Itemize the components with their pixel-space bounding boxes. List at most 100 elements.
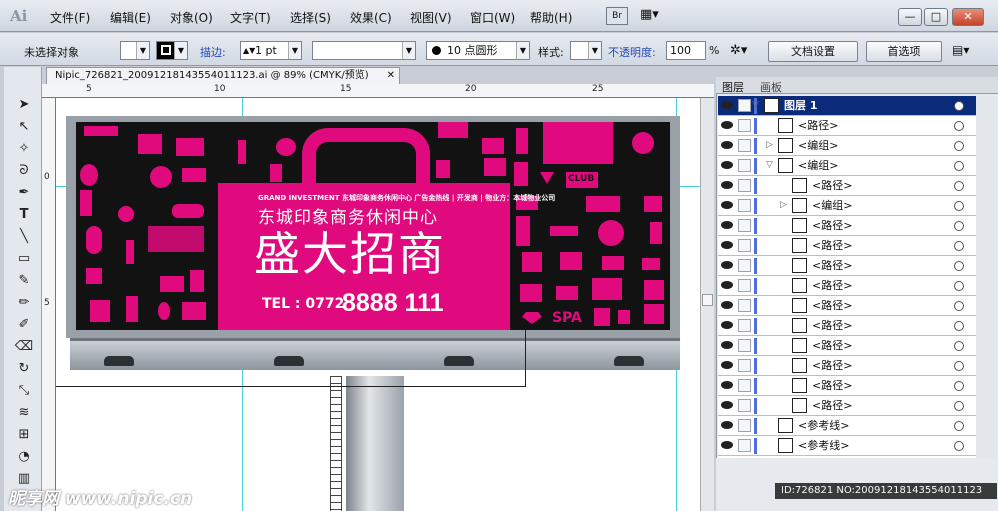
target-circle-icon[interactable] xyxy=(954,181,964,191)
lock-toggle[interactable] xyxy=(738,319,751,332)
collapse-triangle-icon[interactable]: ▽ xyxy=(766,156,773,175)
stroke-weight-field[interactable]: ▲▼ 1 pt ▼ xyxy=(240,41,302,60)
visibility-eye-icon[interactable] xyxy=(721,301,733,309)
opacity-label[interactable]: 不透明度: xyxy=(608,44,656,60)
line-tool-icon[interactable]: ╲ xyxy=(13,227,35,247)
visibility-eye-icon[interactable] xyxy=(721,101,733,109)
billboard-small-text[interactable]: GRAND INVESTMENT 东城印象商务休闲中心 广告金热线 | 开发商 … xyxy=(258,193,555,203)
path-line[interactable] xyxy=(525,330,526,387)
target-circle-icon[interactable] xyxy=(954,161,964,171)
expand-triangle-icon[interactable]: ▷ xyxy=(766,136,773,155)
billboard-tel-label[interactable]: TEL : 0772 xyxy=(262,296,344,312)
eraser-tool-icon[interactable]: ⌫ xyxy=(13,337,35,357)
menu-file[interactable]: 文件(F) xyxy=(50,9,90,26)
layer-row[interactable]: <路径> xyxy=(718,256,976,276)
lock-toggle[interactable] xyxy=(738,219,751,232)
blob-brush-tool-icon[interactable]: ✐ xyxy=(13,315,35,335)
visibility-eye-icon[interactable] xyxy=(721,361,733,369)
visibility-eye-icon[interactable] xyxy=(721,261,733,269)
lock-toggle[interactable] xyxy=(738,379,751,392)
lock-toggle[interactable] xyxy=(738,439,751,452)
lasso-tool-icon[interactable]: ᘐ xyxy=(13,161,35,181)
stroke-color-dropdown[interactable]: ▼ xyxy=(156,41,188,60)
lock-toggle[interactable] xyxy=(738,99,751,112)
layer-row[interactable]: <参考线> xyxy=(718,436,976,456)
layer-row[interactable]: <路径> xyxy=(718,176,976,196)
target-circle-icon[interactable] xyxy=(954,261,964,271)
warp-tool-icon[interactable]: ≋ xyxy=(13,403,35,423)
target-circle-icon[interactable] xyxy=(954,341,964,351)
document-tab[interactable]: Nipic_726821_20091218143554011123.ai @ 8… xyxy=(46,67,400,84)
target-circle-icon[interactable] xyxy=(954,421,964,431)
visibility-eye-icon[interactable] xyxy=(721,181,733,189)
target-circle-icon[interactable] xyxy=(954,301,964,311)
lock-toggle[interactable] xyxy=(738,299,751,312)
target-circle-icon[interactable] xyxy=(954,281,964,291)
panel-menu-icon[interactable]: ▤▾ xyxy=(952,43,969,57)
target-circle-icon[interactable] xyxy=(954,401,964,411)
scroll-thumb[interactable] xyxy=(702,294,713,306)
close-document-icon[interactable]: ✕ xyxy=(387,68,395,83)
visibility-eye-icon[interactable] xyxy=(721,341,733,349)
bridge-button[interactable]: Br xyxy=(606,7,628,25)
lock-toggle[interactable] xyxy=(738,159,751,172)
target-circle-icon[interactable] xyxy=(954,361,964,371)
lock-toggle[interactable] xyxy=(738,359,751,372)
menu-select[interactable]: 选择(S) xyxy=(290,9,331,26)
menu-help[interactable]: 帮助(H) xyxy=(530,9,572,26)
layer-row[interactable]: <路径> xyxy=(718,376,976,396)
lock-toggle[interactable] xyxy=(738,339,751,352)
pencil-tool-icon[interactable]: ✏ xyxy=(13,293,35,313)
pen-tool-icon[interactable]: ✒ xyxy=(13,183,35,203)
brush-dropdown[interactable]: 10 点圆形 ▼ xyxy=(426,41,530,60)
menu-edit[interactable]: 编辑(E) xyxy=(110,9,151,26)
selection-tool-icon[interactable]: ➤ xyxy=(13,95,35,115)
tab-artboards[interactable]: 画板 xyxy=(760,79,782,95)
layer-row[interactable]: <路径> xyxy=(718,356,976,376)
layer-row[interactable]: <路径> xyxy=(718,396,976,416)
visibility-eye-icon[interactable] xyxy=(721,141,733,149)
visibility-eye-icon[interactable] xyxy=(721,241,733,249)
billboard-pole[interactable] xyxy=(346,376,404,511)
lock-toggle[interactable] xyxy=(738,239,751,252)
collapse-triangle-icon[interactable]: ▽ xyxy=(752,96,759,115)
pink-rectangle-shape[interactable] xyxy=(543,122,613,164)
lock-toggle[interactable] xyxy=(738,179,751,192)
layers-scrollbar[interactable] xyxy=(976,96,996,458)
layer-row[interactable]: <路径> xyxy=(718,236,976,256)
visibility-eye-icon[interactable] xyxy=(721,121,733,129)
preferences-button[interactable]: 首选项 xyxy=(866,41,942,62)
variable-width-dropdown[interactable]: ▼ xyxy=(312,41,416,60)
target-circle-icon[interactable] xyxy=(954,141,964,151)
layer-row[interactable]: <参考线> xyxy=(718,416,976,436)
recolor-icon[interactable]: ✲▾ xyxy=(730,43,747,58)
lock-toggle[interactable] xyxy=(738,419,751,432)
layer-row[interactable]: <路径> xyxy=(718,116,976,136)
opacity-field[interactable]: 100 xyxy=(666,41,706,60)
menu-type[interactable]: 文字(T) xyxy=(230,9,271,26)
layer-row[interactable]: <路径> xyxy=(718,276,976,296)
rotate-tool-icon[interactable]: ↻ xyxy=(13,359,35,379)
lock-toggle[interactable] xyxy=(738,279,751,292)
expand-triangle-icon[interactable]: ▷ xyxy=(780,196,787,215)
fill-color-dropdown[interactable]: ▼ xyxy=(120,41,150,60)
lock-toggle[interactable] xyxy=(738,399,751,412)
type-tool-icon[interactable]: T xyxy=(13,205,35,225)
rectangle-tool-icon[interactable]: ▭ xyxy=(13,249,35,269)
shape-builder-tool-icon[interactable]: ◔ xyxy=(13,447,35,467)
document-setup-button[interactable]: 文档设置 xyxy=(768,41,858,62)
layer-row[interactable]: <路径> xyxy=(718,296,976,316)
menu-view[interactable]: 视图(V) xyxy=(410,9,452,26)
target-circle-icon[interactable] xyxy=(954,241,964,251)
visibility-eye-icon[interactable] xyxy=(721,401,733,409)
style-dropdown[interactable]: ▼ xyxy=(570,41,602,60)
billboard-phone-number[interactable]: 8888 111 xyxy=(342,289,444,318)
arrange-documents-icon[interactable]: ▦▾ xyxy=(640,7,668,25)
target-circle-icon[interactable] xyxy=(954,381,964,391)
minimize-button[interactable]: — xyxy=(898,8,922,26)
billboard-headline[interactable]: 盛大招商 xyxy=(254,226,446,282)
lock-toggle[interactable] xyxy=(738,139,751,152)
close-button[interactable]: ✕ xyxy=(952,8,984,26)
layer-row[interactable]: ▽ 图层 1 xyxy=(718,96,976,116)
path-line[interactable] xyxy=(56,386,526,387)
